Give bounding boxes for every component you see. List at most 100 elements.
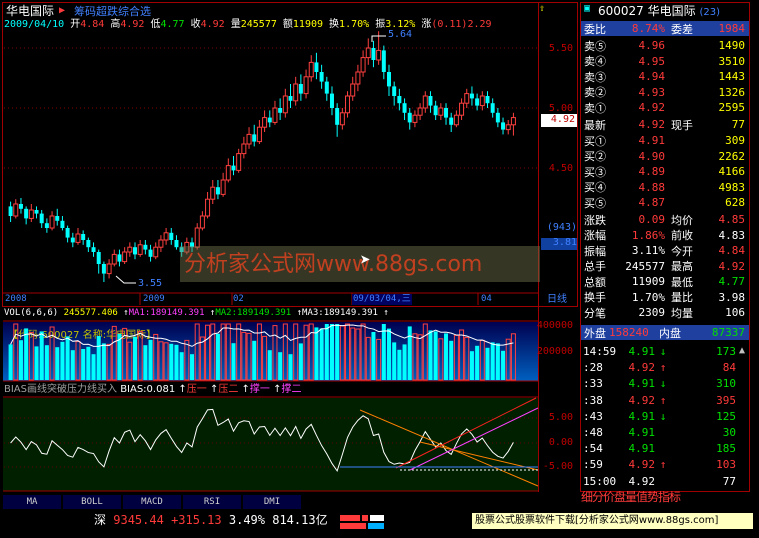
tick-vol: 103 (716, 458, 736, 472)
tab-boll[interactable]: BOLL (63, 495, 121, 509)
stat-value: 4.85 (718, 213, 746, 226)
panel-toggle-icon[interactable]: ▣ (584, 4, 590, 14)
stat-row: 分笔 2309 均量 106 (581, 305, 749, 320)
row-vol: 2595 (718, 101, 746, 114)
stat-row: 总手 245577 最高 4.92 (581, 259, 749, 274)
tick-price: 4.91 (628, 345, 656, 358)
support-line-1 (395, 397, 537, 469)
tick-vol: 77 (722, 474, 736, 488)
tick-time: :59 (583, 458, 603, 472)
tick-arrow: ↓ (659, 377, 667, 391)
stat-label: 振幅 (584, 244, 606, 258)
bias-y-tick: 0.00 (548, 437, 573, 448)
stat-label: 均价 (671, 213, 693, 227)
tick-arrow: ↑ (659, 361, 667, 375)
index-ticker[interactable]: 深 9345.44 +315.13 3.49% 814.13亿 (94, 514, 328, 526)
stat-value: 3.11% (631, 244, 665, 257)
tick-price: 4.92 (628, 393, 656, 407)
tick-price: 4.91 (628, 426, 656, 439)
ask-row[interactable]: 卖② 4.93 1326 (581, 85, 749, 100)
bias-line (10, 408, 514, 472)
bid-row[interactable]: 买② 4.90 2262 (581, 149, 749, 164)
stat-value: 4.92 (718, 259, 746, 273)
tick-vol: 395 (716, 393, 736, 407)
row-price: 4.96 (638, 39, 666, 52)
bias-y-tick: -5.00 (542, 461, 573, 472)
ask-row[interactable]: 卖① 4.92 2595 (581, 100, 749, 115)
tick-time: :54 (583, 442, 603, 456)
stat-label: 今开 (671, 244, 693, 258)
tick-vol: 173 (716, 345, 736, 358)
tick-vol: 30 (722, 426, 736, 439)
stat-value: 4.77 (718, 275, 746, 288)
tick-price: 4.91 (628, 442, 656, 456)
stat-label: 分笔 (584, 306, 606, 320)
tick-row[interactable]: :33 4.91 ↓ 310 (581, 376, 736, 391)
stat-value: 1.86% (631, 228, 665, 242)
row-label: 卖⑤ (584, 39, 606, 53)
panel-up-icon[interactable]: ⇧ (539, 4, 545, 14)
ask-row[interactable]: 卖③ 4.94 1443 (581, 69, 749, 84)
tick-arrow: ↓ (659, 345, 667, 358)
tick-vol: 125 (716, 409, 736, 423)
row-label: 买③ (584, 165, 606, 179)
row-vol: 1443 (718, 70, 746, 83)
row-price: 4.89 (638, 165, 666, 178)
promo-link[interactable]: 股票公式股票软件下载[分析家公式网www.88gs.com] (472, 513, 753, 529)
row-vol: 4983 (718, 180, 746, 194)
stat-label: 涨幅 (584, 229, 606, 242)
stat-value: 3.98 (718, 290, 746, 304)
tab-rsi[interactable]: RSI (183, 495, 241, 509)
row-price: 4.94 (638, 70, 666, 83)
tick-price: 4.91 (628, 377, 656, 391)
stat-value: 245577 (625, 259, 665, 273)
stat-label: 总手 (584, 260, 606, 273)
tick-row[interactable]: :59 4.92 ↑ 103 (581, 457, 736, 472)
tick-scroll-up-icon[interactable]: ▲ (739, 346, 745, 356)
bottom-tabs[interactable]: 细分价盘量值势指标 (581, 491, 749, 507)
row-price: 4.88 (638, 180, 666, 194)
tick-row[interactable]: :43 4.91 ↓ 125 (581, 409, 736, 424)
stat-value: 4.84 (718, 244, 746, 257)
tick-row[interactable]: :54 4.91 185 (581, 441, 736, 456)
tick-row[interactable]: :28 4.92 ↑ 84 (581, 360, 736, 375)
outer-inner-row: 外盘 158240 内盘 87337 (581, 325, 749, 340)
row-vol: 1490 (718, 39, 746, 52)
tab-ma[interactable]: MA (3, 495, 61, 509)
tick-row[interactable]: 14:59 4.91 ↓ 173 (581, 344, 736, 359)
market-breadth-bar (340, 515, 384, 529)
bid-row[interactable]: 买① 4.91 309 (581, 133, 749, 148)
row-label: 卖③ (584, 70, 606, 84)
last-price-row: 最新 4.92 现手 77 (584, 118, 745, 132)
tab-macd[interactable]: MACD (123, 495, 181, 509)
stat-value: 1.70% (631, 290, 665, 304)
stat-label: 换手 (584, 291, 606, 304)
tick-row[interactable]: 15:00 4.92 77 (581, 474, 736, 489)
row-price: 4.92 (638, 101, 666, 114)
stat-row: 换手 1.70% 量比 3.98 (581, 290, 749, 305)
tick-time: :43 (583, 409, 603, 423)
row-label: 买④ (584, 181, 606, 194)
tick-price: 4.92 (628, 361, 656, 375)
tick-time: :28 (583, 361, 603, 375)
stat-row: 总额 11909 最低 4.77 (581, 274, 749, 289)
tick-time: 14:59 (583, 345, 617, 358)
bid-row[interactable]: 买⑤ 4.87 628 (581, 195, 749, 210)
bid-row[interactable]: 买④ 4.88 4983 (581, 180, 749, 195)
row-vol: 1326 (718, 85, 746, 99)
tick-price: 4.92 (628, 474, 656, 488)
tab-dmi[interactable]: DMI (243, 495, 301, 509)
stat-row: 涨幅 1.86% 前收 4.83 (581, 228, 749, 243)
tick-row[interactable]: :48 4.91 30 (581, 425, 736, 440)
ask-row[interactable]: 卖④ 4.95 3510 (581, 54, 749, 69)
stat-label: 量比 (671, 291, 693, 304)
ask-row[interactable]: 卖⑤ 4.96 1490 (581, 38, 749, 53)
resistance-line-2 (419, 441, 539, 471)
row-label: 卖② (584, 86, 606, 99)
tick-row[interactable]: :38 4.92 ↑ 395 (581, 393, 736, 408)
row-vol: 3510 (718, 54, 746, 68)
bid-row[interactable]: 买③ 4.89 4166 (581, 164, 749, 179)
row-vol: 309 (725, 134, 745, 147)
tick-price: 4.92 (628, 458, 656, 472)
tick-arrow: ↑ (659, 458, 667, 472)
